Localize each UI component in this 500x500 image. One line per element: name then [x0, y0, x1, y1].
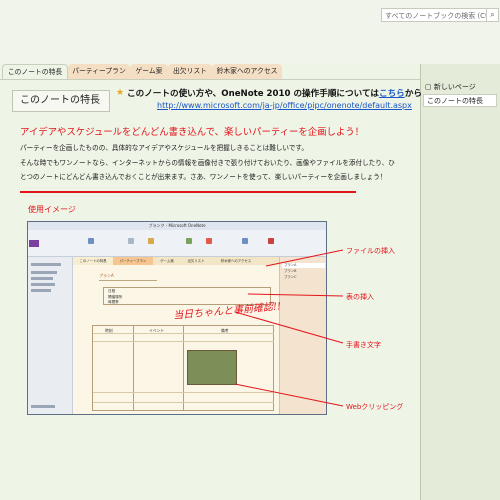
headline-link[interactable]: こちら	[379, 89, 405, 99]
screenshot-page: プランA	[282, 263, 325, 268]
screenshot-page-list: プランA プランB プランC	[279, 257, 326, 414]
new-page-icon: ▢	[425, 83, 432, 91]
nav-item	[31, 405, 55, 408]
ribbon-icon	[242, 238, 248, 244]
callout-handwriting: 手書き文字	[346, 341, 381, 349]
ribbon-icon	[268, 238, 274, 244]
tab-access[interactable]: 鈴木家へのアクセス	[212, 64, 282, 79]
screenshot-ribbon	[28, 230, 326, 257]
divider	[20, 191, 356, 193]
ribbon-icon	[148, 238, 154, 244]
ribbon-icon	[88, 238, 94, 244]
ribbon-icon	[186, 238, 192, 244]
ribbon-icon	[206, 238, 212, 244]
callout-web-clipping: Webクリッピング	[346, 403, 404, 411]
food-photo	[187, 350, 237, 385]
table-column-divider	[133, 326, 134, 410]
headline-text: このノートの使い方や、OneNote 2010 の操作手順については	[127, 89, 379, 99]
table-column-divider	[183, 326, 184, 410]
new-page-label: 新しいページ	[433, 83, 476, 91]
table-label: 時間帯	[108, 300, 119, 304]
new-page-button[interactable]: ▢ 新しいページ	[425, 82, 476, 92]
headline: このノートの使い方や、OneNote 2010 の操作手順についてはこちらから	[127, 87, 422, 99]
paragraph-line-3: とつのノートにどんどん書き込んでおくことが出来ます。さあ、ワンノートを使って、楽…	[20, 173, 387, 181]
ribbon-icon	[128, 238, 134, 244]
paragraph-line-2: そんな時でもワンノートなら、インターネットからの情報を画像付きで張り付けておいた…	[20, 159, 395, 167]
tab-features[interactable]: このノートの特長	[2, 64, 68, 79]
table-row	[93, 341, 274, 346]
section-tabs: このノートの特長 パーティープラン ゲーム案 出欠リスト 鈴木家へのアクセス	[0, 64, 420, 79]
file-tab-icon	[29, 240, 39, 247]
nav-item	[31, 277, 53, 280]
page-list-panel: ▢ 新しいページ このノートの特長	[420, 64, 500, 500]
paragraph-line-1: パーティーを企画したものの、具体的なアイデアやスケジュールを把握しきることは難し…	[20, 144, 308, 152]
nav-item	[31, 289, 51, 292]
search-input[interactable]: すべてのノートブックの検索 (Ctrl+E	[381, 8, 487, 22]
nav-item	[31, 283, 55, 286]
tab-game-ideas[interactable]: ゲーム案	[130, 64, 168, 79]
headline-suffix: から	[404, 89, 422, 99]
tab-party-plan[interactable]: パーティープラン	[68, 64, 130, 79]
screenshot-tab: 出欠リスト	[187, 259, 205, 263]
screenshot-page: プランC	[284, 275, 297, 279]
nav-item	[31, 263, 61, 266]
help-url-link[interactable]: http://www.microsoft.com/ja-jp/office/pi…	[157, 101, 412, 110]
screenshot-notebook-nav	[28, 257, 73, 414]
table-row	[93, 402, 274, 407]
catchphrase: アイデアやスケジュールをどんどん書き込んで、楽しいパーティーを企画しよう！	[20, 127, 365, 138]
search-icon[interactable]: ⌕	[487, 8, 499, 22]
nav-item	[31, 271, 57, 274]
screenshot-tab: パーティープラン	[113, 257, 153, 265]
table-row	[93, 333, 274, 338]
usage-screenshot: ブランク - Microsoft OneNote このノートの特長 パーティープ…	[27, 221, 327, 415]
screenshot-tab: このノートの特長	[73, 257, 113, 265]
screenshot-page-title: プランA	[99, 271, 157, 281]
callout-file-insert: ファイルの挿入	[346, 247, 395, 255]
screenshot-window-title: ブランク - Microsoft OneNote	[28, 222, 326, 230]
table-label: 日程	[108, 289, 116, 293]
usage-heading: 使用イメージ	[28, 205, 76, 214]
table-row	[93, 392, 274, 397]
tab-attendance[interactable]: 出欠リスト	[168, 64, 212, 79]
screenshot-page: プランB	[284, 269, 297, 273]
screenshot-tab: 鈴木家へのアクセス	[220, 259, 252, 263]
screenshot-tabs: このノートの特長 パーティープラン ゲーム案 出欠リスト 鈴木家へのアクセス	[73, 257, 279, 265]
callout-table-insert: 表の挿入	[346, 293, 374, 301]
page-item-features[interactable]: このノートの特長	[423, 94, 497, 107]
screenshot-tab: ゲーム案	[160, 259, 174, 263]
star-icon: ★	[116, 88, 125, 98]
page-title[interactable]: このノートの特長	[12, 90, 110, 112]
